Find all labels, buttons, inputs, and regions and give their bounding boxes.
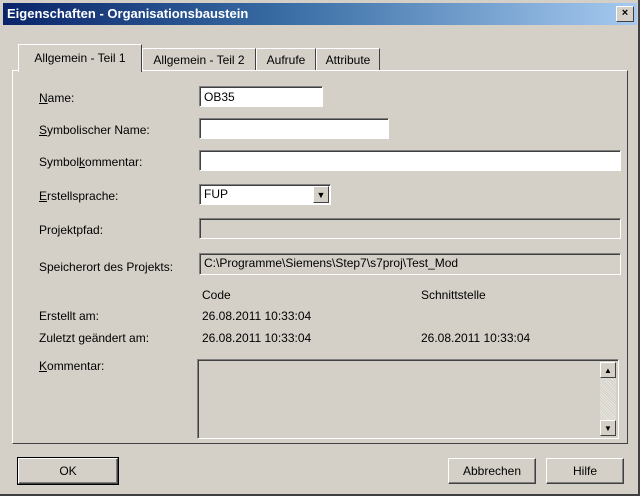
language-select[interactable]: FUP ▼ <box>199 184 331 205</box>
symbol-comment-label: Symbolkommentar: <box>39 155 143 169</box>
symbol-comment-input[interactable] <box>204 153 616 168</box>
language-label: Erstellsprache: <box>39 189 119 203</box>
modified-interface-value: 26.08.2011 10:33:04 <box>421 331 531 345</box>
comment-label: Kommentar: <box>39 359 105 373</box>
storage-location-label: Speicherort des Projekts: <box>39 260 174 274</box>
tab-calls[interactable]: Aufrufe <box>256 48 316 70</box>
title-bar[interactable]: Eigenschaften - Organisationsbaustein × <box>3 3 637 25</box>
arrow-up-icon: ▲ <box>604 366 612 375</box>
name-field[interactable] <box>199 86 323 107</box>
name-input[interactable] <box>204 89 318 104</box>
language-value: FUP <box>204 187 228 201</box>
symbolic-name-field[interactable] <box>199 118 389 139</box>
tab-general-part1[interactable]: Allgemein - Teil 1 <box>18 44 142 72</box>
storage-location-field: C:\Programme\Siemens\Step7\s7proj\Test_M… <box>199 253 621 275</box>
symbolic-name-input[interactable] <box>204 121 384 136</box>
arrow-down-icon: ▼ <box>604 424 612 433</box>
name-label: Name: <box>39 91 75 105</box>
scroll-down-button[interactable]: ▼ <box>600 420 616 436</box>
ok-button[interactable]: OK <box>17 457 119 485</box>
window-title: Eigenschaften - Organisationsbaustein <box>7 6 249 21</box>
close-button[interactable]: × <box>616 6 634 22</box>
comment-scrollbar[interactable]: ▲ ▼ <box>600 362 616 436</box>
tab-general-part2[interactable]: Allgemein - Teil 2 <box>142 48 256 70</box>
symbol-comment-field[interactable] <box>199 150 621 171</box>
project-path-label: Projektpfad: <box>39 223 104 237</box>
column-header-interface: Schnittstelle <box>421 288 486 302</box>
scroll-up-button[interactable]: ▲ <box>600 362 616 378</box>
storage-location-value: C:\Programme\Siemens\Step7\s7proj\Test_M… <box>204 256 459 270</box>
column-header-code: Code <box>202 288 231 302</box>
chevron-down-icon: ▼ <box>316 190 326 200</box>
symbolic-name-label: Symbolischer Name: <box>39 123 150 137</box>
modified-label: Zuletzt geändert am: <box>39 331 150 345</box>
cancel-button[interactable]: Abbrechen <box>448 458 536 484</box>
created-code-value: 26.08.2011 10:33:04 <box>202 309 312 323</box>
dropdown-button[interactable]: ▼ <box>313 186 329 203</box>
help-button[interactable]: Hilfe <box>546 458 624 484</box>
project-path-field <box>199 218 621 239</box>
properties-dialog: Eigenschaften - Organisationsbaustein × … <box>0 0 640 496</box>
modified-code-value: 26.08.2011 10:33:04 <box>202 331 312 345</box>
created-label: Erstellt am: <box>39 309 100 323</box>
tab-attributes[interactable]: Attribute <box>316 48 380 70</box>
close-icon: × <box>621 7 629 19</box>
comment-textarea[interactable]: ▲ ▼ <box>197 359 619 439</box>
